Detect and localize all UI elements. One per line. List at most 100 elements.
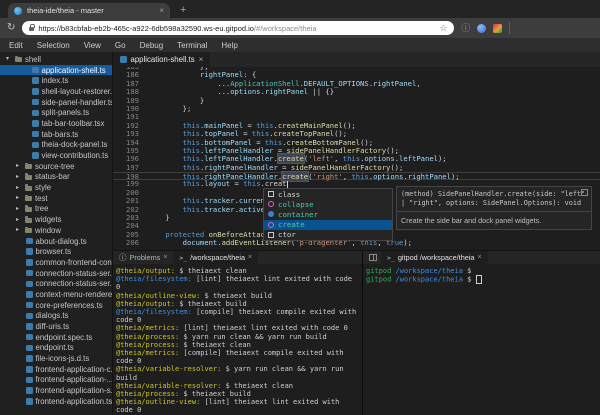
tree-file-item[interactable]: side-panel-handler.ts — [0, 97, 112, 108]
panel-tab--workspace-theia[interactable]: >_/workspace/theia× — [173, 251, 258, 264]
tree-item-label: context-menu-rendere... — [36, 290, 113, 299]
tree-folder-item[interactable]: ▸widgets — [0, 214, 112, 225]
menu-item-terminal[interactable]: Terminal — [170, 41, 214, 50]
code-line: 197 this.rightPanelHandler = sidePanelHa… — [113, 164, 600, 172]
terminal-line: @theia/outline-view: [lint] theiaext lin… — [116, 398, 359, 414]
url-fragment: /#/workspace/theia — [254, 24, 317, 33]
file-explorer[interactable]: ▾shellapplication-shell.tsindex.tsshell-… — [0, 52, 113, 415]
tree-folder-item[interactable]: ▸tree — [0, 204, 112, 215]
tree-file-item[interactable]: about-dialog.ts — [0, 236, 112, 247]
tree-file-item[interactable]: endpoint.spec.ts — [0, 332, 112, 343]
menu-item-selection[interactable]: Selection — [30, 41, 77, 50]
terminal-line: @theia/filesystem: [compile] theiaext co… — [116, 308, 359, 324]
browser-tab[interactable]: theia-ide/theia - master × — [8, 3, 170, 18]
tree-folder-item[interactable]: ▾shell — [0, 54, 112, 65]
terminal-line: @theia/output: $ theiaext build — [116, 300, 359, 308]
suggestion-label: collapse — [278, 200, 314, 209]
tree-folder-item[interactable]: ▸style — [0, 182, 112, 193]
suggestion-create[interactable]: create — [264, 220, 392, 230]
editor-tab[interactable]: application-shell.ts × — [113, 52, 210, 67]
menu-item-debug[interactable]: Debug — [133, 41, 171, 50]
tree-file-item[interactable]: dialogs.ts — [0, 311, 112, 322]
tree-file-item[interactable]: browser.ts — [0, 246, 112, 257]
tree-file-item[interactable]: frontend-application.ts — [0, 396, 112, 407]
suggestion-container[interactable]: container — [264, 209, 392, 219]
ts-file-icon — [26, 313, 33, 320]
new-tab-button[interactable]: + — [180, 5, 186, 16]
tree-file-item[interactable]: theia-dock-panel.ts — [0, 140, 112, 151]
tree-file-item[interactable]: diff-uris.ts — [0, 321, 112, 332]
folder-icon — [15, 57, 22, 62]
tree-file-item[interactable]: frontend-application-s... — [0, 385, 112, 396]
tab-close-icon[interactable]: × — [159, 7, 164, 15]
menu-item-edit[interactable]: Edit — [2, 41, 30, 50]
tree-item-label: side-panel-handler.ts — [42, 98, 113, 107]
menu-item-view[interactable]: View — [77, 41, 108, 50]
lock-icon — [29, 27, 34, 31]
chevron-right-icon: ▸ — [16, 195, 22, 201]
reload-icon[interactable]: ↻ — [7, 23, 15, 33]
panel-tab-problems[interactable]: ⓘProblems× — [113, 251, 173, 264]
editor-tab-close-icon[interactable]: × — [199, 55, 204, 64]
tree-file-item[interactable]: view-contribution.ts — [0, 150, 112, 161]
tree-folder-item[interactable]: ▸test — [0, 193, 112, 204]
tree-file-item[interactable]: tab-bars.ts — [0, 129, 112, 140]
suggestion-class[interactable]: class — [264, 189, 392, 199]
tree-file-item[interactable]: common-frontend-con... — [0, 257, 112, 268]
tree-folder-item[interactable]: ▸window — [0, 225, 112, 236]
gitpod-extension-icon[interactable] — [493, 24, 502, 33]
tab-favicon-icon — [14, 7, 22, 15]
tree-file-item[interactable]: index.ts — [0, 75, 112, 86]
tree-file-item[interactable]: connection-status-ser... — [0, 268, 112, 279]
gitpod-terminal[interactable]: gitpod /workspace/theia $ gitpod /worksp… — [363, 264, 600, 415]
ts-file-icon — [26, 248, 33, 255]
terminal-line-text: $ yarn run clean && yarn run build — [179, 333, 327, 341]
terminal-icon: >_ — [179, 254, 187, 262]
suggestion-label: ctor — [278, 230, 296, 239]
tree-file-item[interactable]: frontend-application-c... — [0, 364, 112, 375]
menu-item-help[interactable]: Help — [214, 41, 244, 50]
panel-tab-close-icon[interactable]: × — [163, 254, 167, 261]
terminal-package-prefix: @theia/metrics: — [116, 324, 179, 332]
address-bar[interactable]: https://b83cbfab-eb2b-465c-a922-6db598a3… — [22, 21, 454, 35]
tree-file-item[interactable]: context-menu-rendere... — [0, 289, 112, 300]
split-terminal-icon[interactable] — [369, 254, 377, 261]
bookmark-star-icon[interactable]: ☆ — [439, 24, 447, 33]
tree-item-label: application-shell.ts — [42, 66, 106, 75]
tree-file-item[interactable]: split-panels.ts — [0, 107, 112, 118]
terminal-tab-close-icon[interactable]: × — [478, 254, 482, 261]
panel-tab-label: Problems — [130, 253, 161, 262]
suggestion-collapse[interactable]: collapse — [264, 199, 392, 209]
suggestion-ctor[interactable]: ctor — [264, 230, 392, 240]
tree-folder-item[interactable]: ▸source-tree — [0, 161, 112, 172]
prompt-path: /workspace/theia — [396, 276, 463, 284]
info-icon[interactable]: ⓘ — [461, 24, 470, 33]
terminal-tab-gitpod[interactable]: >_ gitpod /workspace/theia × — [381, 251, 488, 264]
tree-item-label: theia-dock-panel.ts — [42, 140, 108, 149]
build-terminal[interactable]: @theia/output: $ theiaext clean @theia/fi… — [113, 264, 362, 415]
ts-file-icon — [32, 142, 39, 149]
tree-file-item[interactable]: connection-status-ser... — [0, 278, 112, 289]
tree-file-item[interactable]: frontend-application-... — [0, 375, 112, 386]
chevron-right-icon: ▸ — [16, 217, 22, 223]
tree-file-item[interactable]: shell-layout-restorer.ts — [0, 86, 112, 97]
tree-folder-item[interactable]: ▸status-bar — [0, 172, 112, 183]
code-line: 190 }; — [113, 105, 600, 113]
extension-icon[interactable] — [477, 24, 486, 33]
menu-item-go[interactable]: Go — [108, 41, 133, 50]
method-symbol-icon — [268, 201, 274, 207]
tree-file-item[interactable]: application-shell.ts — [0, 65, 112, 76]
panel-tab-close-icon[interactable]: × — [248, 254, 252, 261]
toolbar-divider — [509, 22, 510, 34]
tree-item-label: frontend-application-c... — [36, 365, 113, 374]
tree-file-item[interactable]: file-icons-js.d.ts — [0, 353, 112, 364]
tree-file-item[interactable]: core-preferences.ts — [0, 300, 112, 311]
terminal-line: @theia/process: $ theiaext clean — [116, 341, 359, 349]
tree-file-item[interactable]: endpoint.ts — [0, 343, 112, 354]
terminal-line: @theia/output: $ theiaext clean — [116, 267, 359, 275]
tree-item-label: frontend-application.ts — [36, 397, 113, 406]
ts-file-icon — [26, 387, 33, 394]
tree-file-item[interactable]: tab-bar-toolbar.tsx — [0, 118, 112, 129]
terminal-line-text: $ theiaext clean — [221, 382, 293, 390]
docs-toggle-icon[interactable] — [581, 189, 588, 196]
